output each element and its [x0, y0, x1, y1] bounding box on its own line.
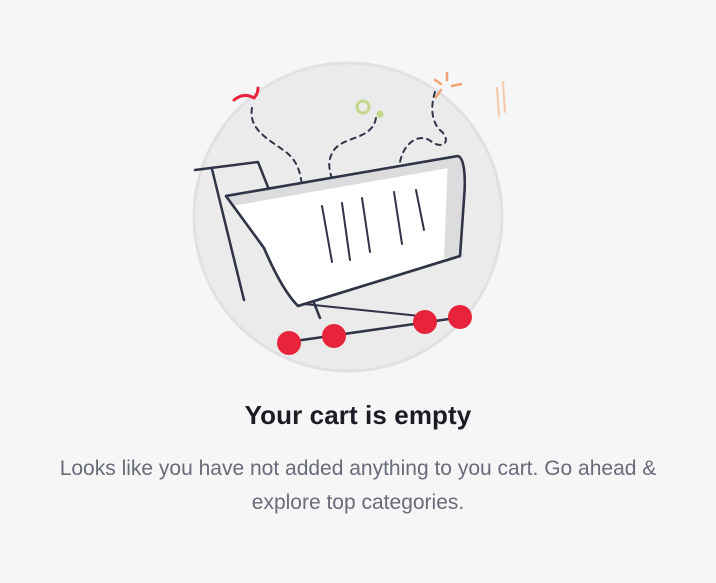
- cart-wheel-3: [413, 310, 437, 334]
- cart-wheel-1: [277, 331, 301, 355]
- empty-cart-message: Looks like you have not added anything t…: [59, 457, 657, 514]
- empty-shopping-cart-icon: [192, 61, 506, 373]
- cart-wheel-2: [322, 324, 346, 348]
- accent-orange-sparkle: [433, 71, 463, 99]
- accent-green-dot: [376, 110, 384, 118]
- empty-cart-title: Your cart is empty: [244, 400, 472, 430]
- accent-orange-lines: [496, 81, 506, 117]
- cart-wheel-4: [448, 305, 472, 329]
